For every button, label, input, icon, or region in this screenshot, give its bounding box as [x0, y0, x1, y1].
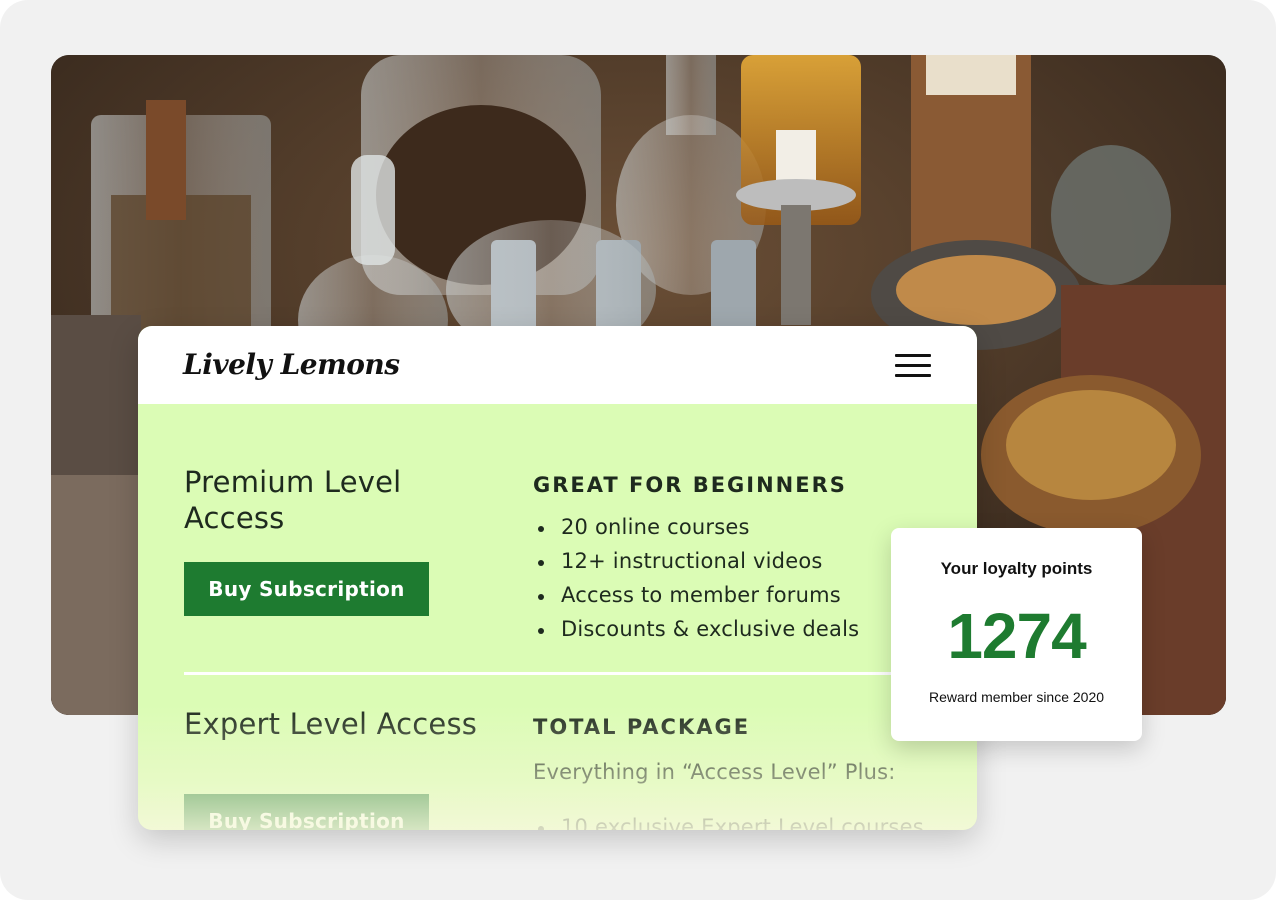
divider: [184, 672, 977, 675]
buy-subscription-button[interactable]: Buy Subscription: [184, 794, 429, 830]
plan-heading-expert: TOTAL PACKAGE: [533, 715, 751, 739]
feature-list-expert: 10 exclusive Expert Level courses: [535, 812, 955, 830]
loyalty-points-card: Your loyalty points 1274 Reward member s…: [891, 528, 1142, 741]
buy-subscription-button[interactable]: Buy Subscription: [184, 562, 429, 616]
page-background: Lively Lemons Premium Level Access Buy S…: [0, 0, 1276, 900]
plan-title-premium: Premium Level Access: [184, 465, 402, 535]
menu-bar: [895, 354, 931, 357]
plan-title-expert: Expert Level Access: [184, 707, 478, 741]
loyalty-label: Your loyalty points: [940, 559, 1093, 578]
list-item: 10 exclusive Expert Level courses: [535, 812, 955, 830]
menu-bar: [895, 374, 931, 377]
plan-heading-premium: GREAT FOR BEGINNERS: [533, 473, 847, 497]
brand-logo[interactable]: Lively Lemons: [183, 348, 400, 381]
loyalty-points-value: 1274: [947, 600, 1086, 672]
hamburger-menu-icon[interactable]: [895, 354, 931, 378]
app-header: Lively Lemons: [138, 326, 977, 404]
menu-bar: [895, 364, 931, 367]
member-since-text: Reward member since 2020: [928, 689, 1105, 705]
plan-subheading-expert: Everything in “Access Level” Plus:: [533, 760, 896, 784]
subscription-card: Lively Lemons Premium Level Access Buy S…: [138, 326, 977, 830]
